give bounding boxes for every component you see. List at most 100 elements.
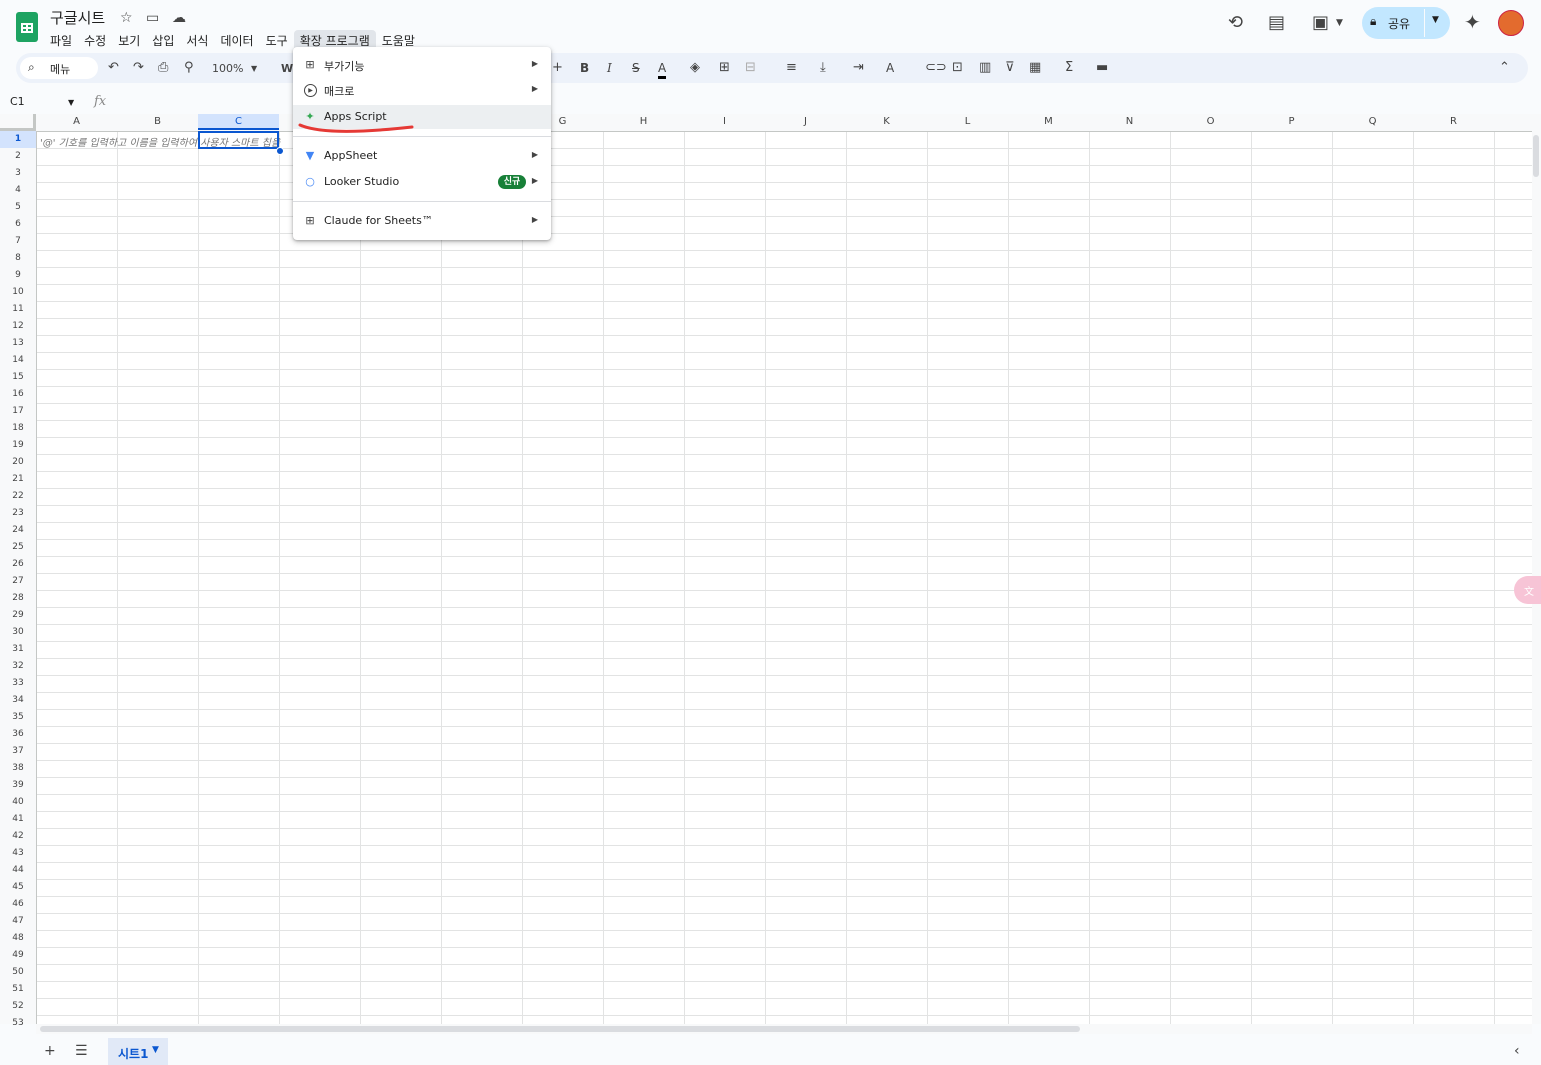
vertical-scroll-thumb[interactable] — [1533, 135, 1539, 177]
fill-color-icon[interactable]: ◈ — [690, 60, 700, 76]
filter-views-icon[interactable]: ▦ — [1029, 60, 1041, 76]
row-header[interactable]: 29 — [0, 607, 36, 624]
star-icon[interactable]: ☆ — [120, 10, 133, 26]
row-header[interactable]: 24 — [0, 522, 36, 539]
cell-grid[interactable] — [0, 114, 1532, 1024]
row-header[interactable]: 17 — [0, 403, 36, 420]
collapse-toolbar-icon[interactable]: ⌃ — [1499, 60, 1510, 76]
row-header[interactable]: 15 — [0, 369, 36, 386]
row-header[interactable]: 53 — [0, 1015, 36, 1032]
row-header[interactable]: 4 — [0, 182, 36, 199]
move-folder-icon[interactable]: ▭ — [146, 10, 159, 26]
merge-cells-icon[interactable]: ⊟ — [745, 60, 756, 76]
row-header[interactable]: 22 — [0, 488, 36, 505]
menu-data[interactable]: 데이터 — [214, 30, 259, 51]
insert-chart-icon[interactable]: ▥ — [979, 60, 991, 76]
explore-collapse-icon[interactable]: ‹ — [1514, 1043, 1520, 1059]
comments-icon[interactable]: ▤ — [1268, 12, 1285, 33]
row-header[interactable]: 20 — [0, 454, 36, 471]
row-header[interactable]: 39 — [0, 777, 36, 794]
row-header[interactable]: 11 — [0, 301, 36, 318]
row-header[interactable]: 19 — [0, 437, 36, 454]
row-header[interactable]: 41 — [0, 811, 36, 828]
menu-item-macros[interactable]: ▶ 매크로 ▶ — [293, 78, 551, 102]
row-header[interactable]: 26 — [0, 556, 36, 573]
sheets-logo-icon[interactable] — [16, 12, 38, 42]
borders-icon[interactable]: ⊞ — [719, 60, 730, 76]
row-header[interactable]: 2 — [0, 148, 36, 165]
row-header[interactable]: 33 — [0, 675, 36, 692]
row-header[interactable]: 16 — [0, 386, 36, 403]
bold-icon[interactable]: B — [580, 60, 589, 76]
column-header[interactable]: A — [36, 116, 117, 127]
row-header[interactable]: 36 — [0, 726, 36, 743]
row-header[interactable]: 32 — [0, 658, 36, 675]
row-header[interactable]: 50 — [0, 964, 36, 981]
column-header[interactable]: N — [1089, 116, 1170, 127]
menu-view[interactable]: 보기 — [112, 30, 146, 51]
row-header[interactable]: 40 — [0, 794, 36, 811]
selected-cell-c1[interactable] — [198, 131, 279, 149]
row-header[interactable]: 18 — [0, 420, 36, 437]
text-color-icon[interactable]: A — [658, 60, 667, 79]
menu-item-looker-studio[interactable]: ○ Looker Studio 신규 ▶ — [293, 170, 551, 194]
functions-icon[interactable]: Σ — [1065, 60, 1073, 76]
column-header[interactable]: R — [1413, 116, 1494, 127]
row-header[interactable]: 34 — [0, 692, 36, 709]
row-header[interactable]: 37 — [0, 743, 36, 760]
vertical-align-icon[interactable]: ⤓ — [820, 60, 826, 76]
row-header[interactable]: 21 — [0, 471, 36, 488]
fill-handle[interactable] — [276, 147, 284, 155]
insert-link-icon[interactable]: ⊂⊃ — [925, 60, 947, 76]
sheet-tab-dropdown-icon[interactable]: ▼ — [152, 1045, 159, 1055]
row-header[interactable]: 38 — [0, 760, 36, 777]
row-header[interactable]: 30 — [0, 624, 36, 641]
add-sheet-icon[interactable]: + — [44, 1043, 56, 1059]
column-header[interactable]: M — [1008, 116, 1089, 127]
row-header[interactable]: 6 — [0, 216, 36, 233]
name-box-dropdown-icon[interactable]: ▼ — [68, 98, 74, 107]
row-header[interactable]: 27 — [0, 573, 36, 590]
row-header[interactable]: 46 — [0, 896, 36, 913]
row-header[interactable]: 23 — [0, 505, 36, 522]
row-header[interactable]: 5 — [0, 199, 36, 216]
text-rotation-icon[interactable]: A — [886, 60, 894, 76]
italic-icon[interactable]: I — [607, 60, 612, 76]
select-all-corner[interactable] — [0, 114, 36, 131]
strikethrough-icon[interactable]: S — [632, 60, 640, 76]
menu-format[interactable]: 서식 — [180, 30, 214, 51]
filter-icon[interactable]: ⊽ — [1005, 60, 1015, 76]
font-size-increase-icon[interactable]: + — [552, 60, 563, 76]
row-header[interactable]: 44 — [0, 862, 36, 879]
row-header[interactable]: 51 — [0, 981, 36, 998]
menu-tools[interactable]: 도구 — [260, 30, 294, 51]
menu-item-addons[interactable]: ⊞ 부가기능 ▶ — [293, 53, 551, 77]
column-header[interactable]: B — [117, 116, 198, 127]
row-header[interactable]: 49 — [0, 947, 36, 964]
row-header[interactable]: 52 — [0, 998, 36, 1015]
cloud-status-icon[interactable]: ☁ — [172, 10, 186, 26]
row-header[interactable]: 48 — [0, 930, 36, 947]
column-header[interactable]: P — [1251, 116, 1332, 127]
row-header[interactable]: 47 — [0, 913, 36, 930]
row-header[interactable]: 9 — [0, 267, 36, 284]
share-button[interactable]: 🔒︎ 공유 ▼ — [1362, 7, 1450, 39]
undo-icon[interactable]: ↶ — [108, 60, 119, 76]
menu-edit[interactable]: 수정 — [78, 30, 112, 51]
meet-video-icon[interactable]: ▣ — [1312, 12, 1329, 33]
insert-comment-icon[interactable]: ⊡ — [952, 60, 963, 76]
zoom-dropdown-icon[interactable]: ▼ — [251, 64, 257, 73]
row-header[interactable]: 31 — [0, 641, 36, 658]
share-dropdown-icon[interactable]: ▼ — [1432, 15, 1439, 25]
row-header[interactable]: 25 — [0, 539, 36, 556]
column-header[interactable]: O — [1170, 116, 1251, 127]
redo-icon[interactable]: ↷ — [133, 60, 144, 76]
column-header-selected[interactable]: C — [198, 114, 279, 130]
column-header[interactable]: H — [603, 116, 684, 127]
history-icon[interactable]: ⟲ — [1228, 12, 1243, 33]
input-tools-icon[interactable]: ▬ — [1096, 60, 1108, 76]
column-header[interactable]: L — [927, 116, 1008, 127]
column-header[interactable]: J — [765, 116, 846, 127]
toolbar-truncated-item[interactable]: W — [281, 62, 293, 75]
row-header[interactable]: 14 — [0, 352, 36, 369]
